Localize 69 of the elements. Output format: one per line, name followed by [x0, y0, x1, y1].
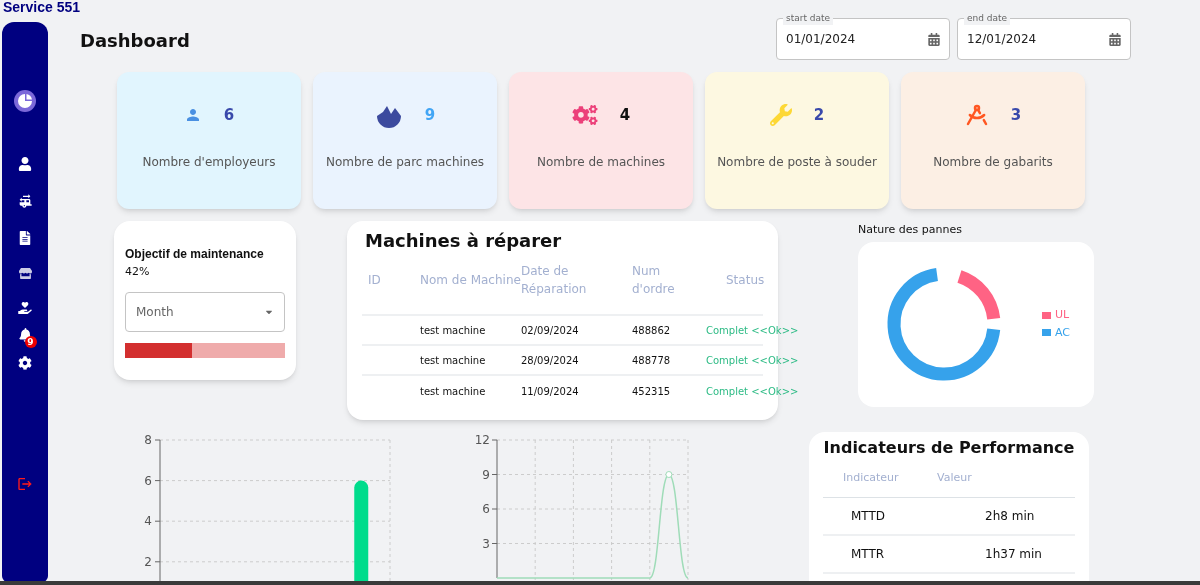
- status-text: Complet <<Ok>>: [706, 323, 799, 338]
- calendar-icon[interactable]: [928, 32, 940, 46]
- app-title: Service 551: [3, 0, 81, 16]
- stat-label: Nombre de machines: [536, 154, 666, 171]
- axis-tick-label: 12: [475, 433, 490, 447]
- table-cell-text: 488778: [632, 353, 672, 368]
- period-select[interactable]: Month: [125, 291, 285, 332]
- stat-value: 3: [1010, 104, 1022, 126]
- chart-point: [665, 471, 673, 478]
- table-cell-text: MTTR: [851, 546, 886, 563]
- table-cell-text: MTTD: [851, 508, 887, 525]
- stat-value: 4: [619, 104, 631, 126]
- stat-value: 6: [223, 104, 235, 126]
- stat-label: Nombre de gabarits: [933, 154, 1053, 171]
- axis-tick-label: 6: [482, 502, 490, 516]
- card-title: Machines à réparer: [365, 229, 563, 253]
- page-title: Dashboard: [80, 29, 190, 53]
- card-title: Indicateurs de Performance: [823, 437, 1075, 459]
- column-header: Date de Réparation: [521, 263, 588, 298]
- card-title: Objectif de maintenance: [125, 246, 265, 263]
- logout-icon[interactable]: [17, 476, 33, 492]
- axis-tick-label: 4: [144, 514, 152, 529]
- objective-percent: 42%: [125, 264, 151, 280]
- date-value: 01/01/2024: [786, 31, 856, 48]
- stat-label: Nombre de parc machines: [325, 154, 485, 171]
- settings-icon[interactable]: [18, 356, 32, 370]
- wrench-icon: [769, 104, 792, 126]
- table-cell-text: 11/09/2024: [521, 384, 580, 399]
- table-cell-text: 452315: [632, 384, 672, 399]
- status-text: Complet <<Ok>>: [706, 353, 799, 368]
- compass-icon: [964, 103, 989, 127]
- table-cell-text: 02/09/2024: [521, 323, 580, 338]
- column-header: ID: [368, 272, 382, 289]
- hand-icon[interactable]: [17, 302, 33, 314]
- caravan-icon[interactable]: [17, 193, 33, 209]
- column-header: Num d'ordre: [632, 263, 676, 298]
- status-text: Complet <<Ok>>: [706, 384, 799, 399]
- stat-value: 9: [424, 104, 436, 126]
- column-header: Status: [725, 272, 765, 289]
- field-label: start date: [783, 11, 834, 25]
- legend-label: UL: [1055, 307, 1070, 323]
- axis-tick-label: 2: [144, 554, 152, 569]
- store-icon[interactable]: [18, 267, 32, 280]
- axis-tick-label: 9: [482, 467, 490, 482]
- column-header: Nom de Machine: [420, 272, 521, 289]
- chart-title: Nature des pannes: [858, 222, 963, 238]
- user-icon[interactable]: [18, 157, 32, 171]
- date-value: 12/01/2024: [967, 31, 1037, 48]
- calendar-icon[interactable]: [1109, 32, 1121, 46]
- gears-icon: [571, 105, 598, 125]
- table-cell-text: test machine: [420, 384, 487, 399]
- table-cell-text: 1h37 min: [985, 546, 1042, 563]
- table-cell-text: 28/09/2024: [521, 353, 580, 368]
- stat-label: Nombre d'employeurs: [142, 154, 276, 171]
- legend-label: AC: [1055, 324, 1070, 341]
- table-cell-text: test machine: [420, 353, 487, 368]
- field-label: end date: [964, 11, 1011, 25]
- axis-tick-label: 8: [144, 433, 152, 447]
- table-cell-text: test machine: [420, 323, 487, 338]
- column-header: Indicateur: [843, 470, 900, 487]
- table-cell-text: 488862: [632, 323, 672, 338]
- axis-tick-label: 3: [482, 536, 490, 551]
- table-cell-text: 2h8 min: [985, 508, 1035, 525]
- stat-label: Nombre de poste à souder: [717, 154, 877, 171]
- document-icon[interactable]: [19, 231, 31, 245]
- axis-tick-label: 6: [144, 473, 152, 488]
- pie-chart-icon[interactable]: [14, 90, 36, 112]
- stat-value: 2: [813, 104, 825, 126]
- column-header: Valeur: [937, 470, 972, 487]
